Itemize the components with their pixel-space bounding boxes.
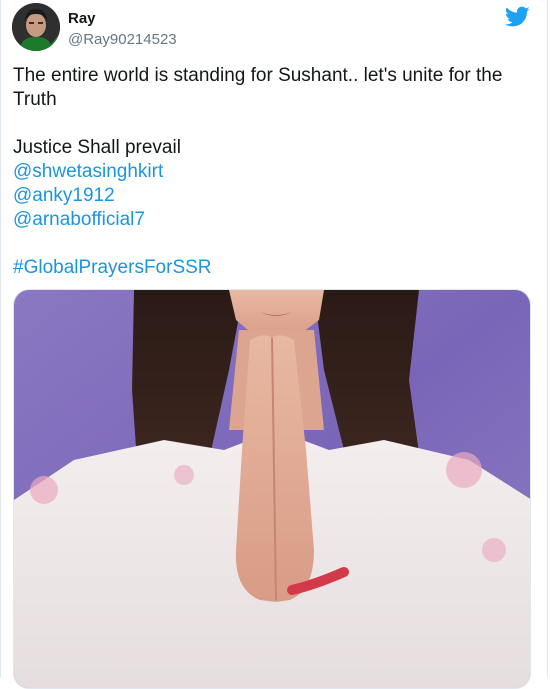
- author-handle[interactable]: @Ray90214523: [68, 30, 177, 50]
- twitter-bird-icon[interactable]: [505, 6, 530, 28]
- tweet-text-line-1: The entire world is standing for Sushant…: [13, 65, 503, 86]
- author-name[interactable]: Ray: [68, 9, 96, 29]
- mention-link-arnabofficial7[interactable]: @arnabofficial7: [13, 208, 533, 232]
- mention-link-shwetasinghkirt[interactable]: @shwetasinghkirt: [13, 160, 533, 184]
- avatar[interactable]: [12, 3, 60, 51]
- avatar-photo: [12, 3, 60, 51]
- tweet-text-line-2: Truth: [13, 89, 57, 110]
- tweet-text: The entire world is standing for Sushant…: [13, 64, 533, 280]
- mention-link-anky1912[interactable]: @anky1912: [13, 184, 533, 208]
- tweet-text-line-3: Justice Shall prevail: [13, 137, 181, 158]
- hashtag-link[interactable]: #GlobalPrayersForSSR: [13, 256, 533, 280]
- praying-hands-photo: [14, 290, 530, 688]
- tweet-card: Ray @Ray90214523 The entire world is sta…: [0, 0, 548, 689]
- tweet-media-image[interactable]: [13, 289, 531, 689]
